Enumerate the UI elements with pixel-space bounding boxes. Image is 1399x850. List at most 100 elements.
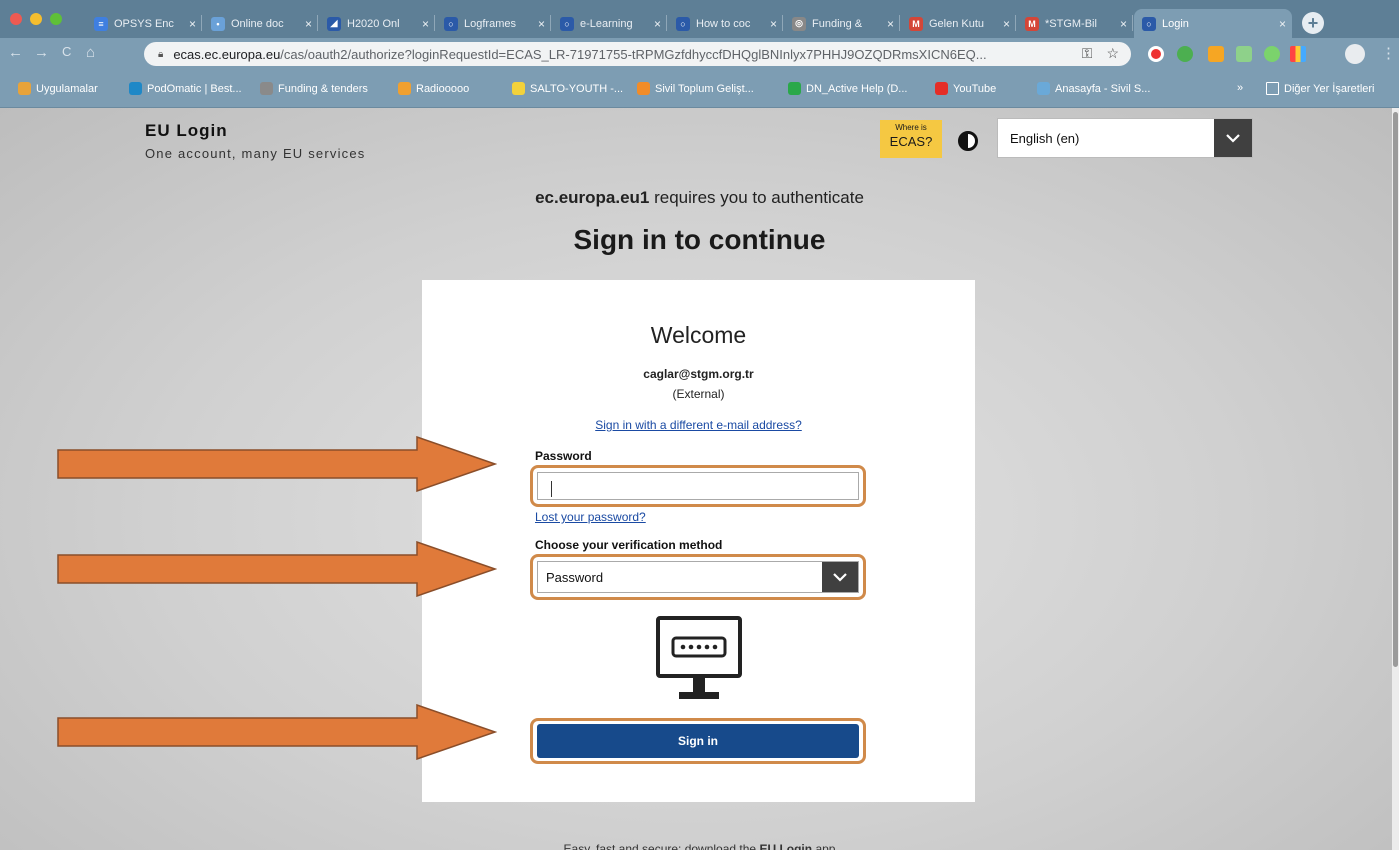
browser-tab[interactable]: ○ Logframes × bbox=[436, 9, 551, 38]
password-highlight bbox=[530, 465, 866, 507]
bookmark-favicon-icon bbox=[129, 82, 142, 95]
lock-icon: 🔒︎ bbox=[158, 48, 164, 60]
key-icon[interactable]: ⚿ bbox=[1082, 45, 1093, 62]
bookmark-favicon-icon bbox=[935, 82, 948, 95]
url-host: ecas.ec.europa.eu bbox=[173, 46, 281, 62]
close-tab-icon[interactable]: × bbox=[422, 17, 429, 31]
close-window-button[interactable] bbox=[10, 13, 22, 25]
browser-tab[interactable]: ◢ H2020 Onl × bbox=[319, 9, 435, 38]
extension-dot-icon[interactable] bbox=[1264, 46, 1280, 62]
password-label: Password bbox=[535, 449, 592, 463]
tab-separator bbox=[201, 15, 202, 31]
bookmark-label: Radiooooo bbox=[416, 82, 470, 95]
star-icon[interactable]: ☆ bbox=[1106, 45, 1119, 62]
verification-method-highlight: Password bbox=[530, 554, 866, 600]
tab-favicon-icon: ○ bbox=[676, 16, 690, 31]
new-tab-button[interactable]: + bbox=[1302, 12, 1324, 34]
tab-separator bbox=[666, 15, 667, 31]
close-tab-icon[interactable]: × bbox=[654, 17, 661, 31]
close-tab-icon[interactable]: × bbox=[887, 17, 894, 31]
contrast-toggle-icon[interactable] bbox=[958, 131, 978, 151]
browser-tab[interactable]: ≡ OPSYS Enc × bbox=[86, 9, 202, 38]
close-tab-icon[interactable]: × bbox=[770, 17, 777, 31]
maximize-window-button[interactable] bbox=[50, 13, 62, 25]
tab-label: H2020 Onl bbox=[347, 17, 400, 30]
tab-label: Gelen Kutu bbox=[929, 17, 985, 30]
tab-label: How to coc bbox=[696, 17, 751, 30]
tab-favicon-icon: ○ bbox=[560, 16, 574, 31]
bookmark-item[interactable]: YouTube bbox=[935, 82, 996, 95]
chevron-down-icon[interactable] bbox=[822, 562, 858, 592]
browser-tab[interactable]: ○ How to coc × bbox=[668, 9, 783, 38]
bookmark-item[interactable]: Anasayfa - Sivil S... bbox=[1037, 82, 1150, 95]
home-button[interactable]: ⌂ bbox=[86, 44, 95, 61]
bookmark-label: YouTube bbox=[953, 82, 997, 95]
eu-login-title: EU Login bbox=[145, 121, 228, 140]
browser-tab[interactable]: ◎ Funding & × bbox=[784, 9, 900, 38]
extension-opera-icon[interactable] bbox=[1148, 46, 1164, 62]
close-tab-icon[interactable]: × bbox=[1279, 17, 1286, 31]
bookmark-item[interactable]: SALTO-YOUTH -... bbox=[512, 82, 623, 95]
address-bar[interactable]: 🔒︎ ecas.ec.europa.eu /cas/oauth2/authori… bbox=[144, 42, 1131, 66]
bookmark-item[interactable]: Radiooooo bbox=[398, 82, 469, 95]
tab-favicon-icon: ≡ bbox=[94, 16, 108, 31]
password-field[interactable] bbox=[537, 472, 859, 500]
browser-tab[interactable]: ○ Login × bbox=[1134, 9, 1292, 38]
chevron-down-icon[interactable] bbox=[1214, 119, 1252, 157]
bookmark-label: Uygulamalar bbox=[36, 82, 98, 95]
other-bookmarks-folder[interactable]: Diğer Yer İşaretleri bbox=[1266, 82, 1375, 95]
requires-text: requires you to authenticate bbox=[649, 188, 864, 207]
sign-in-highlight: Sign in bbox=[530, 718, 866, 764]
url-path: /cas/oauth2/authorize?loginRequestId=ECA… bbox=[280, 46, 987, 62]
tab-separator bbox=[782, 15, 783, 31]
service-name: ec.europa.eu1 bbox=[535, 188, 650, 207]
minimize-window-button[interactable] bbox=[30, 13, 42, 25]
bookmarks-bar: Uygulamalar PodOmatic | Best... Funding & … bbox=[0, 70, 1399, 108]
tab-label: Online doc bbox=[231, 17, 284, 30]
page-title: Sign in to continue bbox=[573, 224, 826, 255]
bookmark-item[interactable]: Uygulamalar bbox=[18, 82, 98, 95]
verification-method-label: Choose your verification method bbox=[535, 538, 723, 552]
language-select[interactable]: English (en) bbox=[997, 118, 1253, 158]
tab-favicon-icon: ○ bbox=[444, 16, 458, 31]
sign-in-button[interactable]: Sign in bbox=[537, 724, 859, 758]
browser-tab[interactable]: ○ e-Learning × bbox=[552, 9, 667, 38]
bookmark-favicon-icon bbox=[637, 82, 650, 95]
browser-tab[interactable]: M *STGM-Bil × bbox=[1017, 9, 1133, 38]
close-tab-icon[interactable]: × bbox=[1120, 17, 1127, 31]
extension-colors-icon[interactable] bbox=[1290, 46, 1306, 62]
close-tab-icon[interactable]: × bbox=[538, 17, 545, 31]
tab-favicon-icon: • bbox=[211, 16, 225, 31]
user-email: caglar@stgm.org.tr bbox=[643, 367, 754, 381]
profile-avatar[interactable] bbox=[1345, 44, 1365, 64]
reload-button[interactable]: C bbox=[62, 44, 71, 59]
tab-label: OPSYS Enc bbox=[114, 17, 174, 30]
bookmarks-overflow-button[interactable]: » bbox=[1237, 82, 1243, 94]
extension-dropper-icon[interactable] bbox=[1208, 46, 1224, 62]
extension-green-icon[interactable] bbox=[1236, 46, 1252, 62]
menu-kebab-icon[interactable]: ⋮ bbox=[1381, 44, 1396, 62]
bookmark-label: Funding & tenders bbox=[278, 82, 368, 95]
close-tab-icon[interactable]: × bbox=[305, 17, 312, 31]
lost-password-link[interactable]: Lost your password? bbox=[535, 510, 646, 524]
bookmark-item[interactable]: PodOmatic | Best... bbox=[129, 82, 242, 95]
forward-button[interactable]: → bbox=[34, 44, 49, 61]
bookmark-item[interactable]: Funding & tenders bbox=[260, 82, 368, 95]
annotation-arrow-password bbox=[57, 436, 497, 492]
different-email-link[interactable]: Sign in with a different e-mail address? bbox=[422, 418, 975, 432]
ecas-label: ECAS? bbox=[889, 134, 933, 149]
where-is-ecas-button[interactable]: Where is ECAS? bbox=[880, 120, 942, 158]
text-cursor bbox=[551, 481, 552, 497]
back-button[interactable]: ← bbox=[8, 44, 23, 61]
extension-grammarly-icon[interactable] bbox=[1177, 46, 1193, 62]
close-tab-icon[interactable]: × bbox=[189, 17, 196, 31]
bookmark-item[interactable]: Sivil Toplum Gelişt... bbox=[637, 82, 754, 95]
close-tab-icon[interactable]: × bbox=[1003, 17, 1010, 31]
bookmark-label: Sivil Toplum Gelişt... bbox=[655, 82, 754, 95]
bookmark-item[interactable]: DN_Active Help (D... bbox=[788, 82, 907, 95]
annotation-arrow-sign-in bbox=[57, 704, 497, 760]
browser-tab[interactable]: M Gelen Kutu × bbox=[901, 9, 1016, 38]
bookmark-favicon-icon bbox=[1037, 82, 1050, 95]
verification-method-select[interactable]: Password bbox=[537, 561, 859, 593]
browser-tab[interactable]: • Online doc × bbox=[203, 9, 318, 38]
